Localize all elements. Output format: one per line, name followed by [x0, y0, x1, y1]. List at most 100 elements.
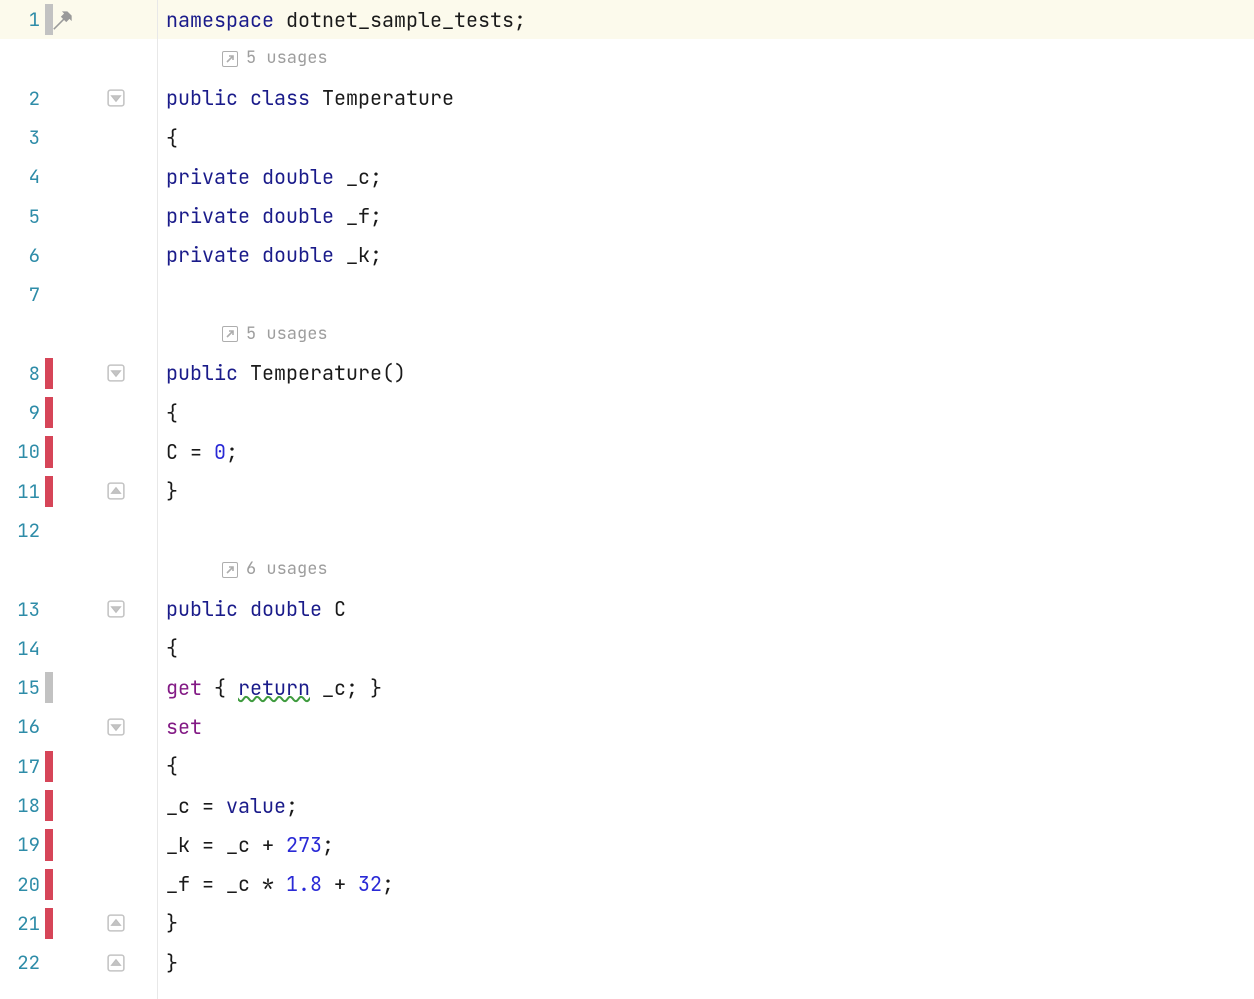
stmt: _c = — [166, 796, 226, 816]
vcs-change-marker[interactable] — [45, 436, 53, 467]
keyword-set: set — [166, 717, 202, 737]
inlay-usages[interactable]: 5 usages — [158, 39, 1254, 78]
line-number: 20 — [0, 875, 44, 894]
line-number: 11 — [0, 482, 44, 501]
fold-up-icon[interactable] — [107, 914, 125, 932]
code-line[interactable]: public Temperature() — [158, 354, 1254, 393]
code-line[interactable]: } — [158, 904, 1254, 943]
usages-label: 6 usages — [246, 561, 328, 578]
class-name: Temperature — [310, 88, 454, 108]
stmt: _f = _c * — [166, 874, 286, 894]
gutter-row-blank — [0, 39, 157, 78]
code-editor[interactable]: 1 2 3 4 5 6 7 8 9 10 — [0, 0, 1254, 999]
line-number: 16 — [0, 717, 44, 736]
inlay-usages[interactable]: 6 usages — [158, 550, 1254, 589]
gutter-icon-area — [44, 7, 104, 33]
line-number: 9 — [0, 403, 44, 422]
fold-up-icon[interactable] — [107, 954, 125, 972]
line-number: 10 — [0, 442, 44, 461]
code-line[interactable]: { — [158, 629, 1254, 668]
semicolon: ; — [226, 442, 238, 462]
code-line[interactable]: private double _f; — [158, 196, 1254, 235]
usages-label: 5 usages — [246, 50, 328, 67]
code-line[interactable]: C = 0; — [158, 432, 1254, 471]
line-number: 8 — [0, 364, 44, 383]
code-line[interactable]: namespace dotnet_sample_tests; — [158, 0, 1254, 39]
usages-label: 5 usages — [246, 326, 328, 343]
vcs-change-marker[interactable] — [45, 790, 53, 821]
code-line[interactable]: _c = value; — [158, 786, 1254, 825]
code-line[interactable]: } — [158, 943, 1254, 982]
prop-name: C — [322, 599, 346, 619]
line-number: 19 — [0, 835, 44, 854]
line-number: 14 — [0, 639, 44, 658]
line-number: 5 — [0, 207, 44, 226]
code-line[interactable]: private double _k; — [158, 236, 1254, 275]
vcs-change-marker[interactable] — [45, 476, 53, 507]
keyword-class: class — [238, 88, 310, 108]
brace: } — [166, 913, 178, 933]
field: _k; — [334, 245, 382, 265]
code-line[interactable]: public double C — [158, 589, 1254, 628]
vcs-change-marker[interactable] — [45, 358, 53, 389]
fold-down-icon[interactable] — [107, 718, 125, 736]
line-number: 13 — [0, 600, 44, 619]
line-number: 3 — [0, 128, 44, 147]
code-line[interactable]: _f = _c * 1.8 + 32; — [158, 865, 1254, 904]
gutter-row-blank — [0, 314, 157, 353]
usages-icon — [222, 326, 238, 342]
code-line[interactable]: get { return _c; } — [158, 668, 1254, 707]
code-line[interactable]: } — [158, 472, 1254, 511]
code-line[interactable]: _k = _c + 273; — [158, 825, 1254, 864]
vcs-change-marker[interactable] — [45, 751, 53, 782]
keyword-private: private — [166, 206, 250, 226]
fold-up-icon[interactable] — [107, 482, 125, 500]
line-number: 2 — [0, 89, 44, 108]
number: 273 — [286, 835, 322, 855]
vcs-change-marker[interactable] — [45, 397, 53, 428]
code-line[interactable] — [158, 511, 1254, 550]
usages-icon — [222, 51, 238, 67]
code-line[interactable]: private double _c; — [158, 157, 1254, 196]
keyword-value: value — [226, 796, 286, 816]
change-marker — [45, 4, 53, 35]
line-number: 21 — [0, 914, 44, 933]
ctor-name: Temperature() — [238, 363, 406, 383]
vcs-change-marker[interactable] — [45, 829, 53, 860]
keyword-public: public — [166, 363, 238, 383]
keyword-private: private — [166, 245, 250, 265]
code-line[interactable]: { — [158, 747, 1254, 786]
line-number: 15 — [0, 678, 44, 697]
gutter: 1 2 3 4 5 6 7 8 9 10 — [0, 0, 158, 999]
fold-down-icon[interactable] — [107, 364, 125, 382]
line-number: 7 — [0, 285, 44, 304]
brace: } — [166, 481, 178, 501]
number: 0 — [214, 442, 226, 462]
inlay-usages[interactable]: 5 usages — [158, 314, 1254, 353]
fold-down-icon[interactable] — [107, 600, 125, 618]
keyword-get: get — [166, 678, 202, 698]
line-number: 12 — [0, 521, 44, 540]
code-line[interactable] — [158, 275, 1254, 314]
namespace-name: dotnet_sample_tests; — [274, 10, 526, 30]
build-icon[interactable] — [50, 7, 76, 33]
brace: { — [166, 403, 178, 423]
brace: { — [166, 638, 178, 658]
number: 32 — [358, 874, 382, 894]
brace: { — [166, 756, 178, 776]
code-line[interactable]: public class Temperature — [158, 79, 1254, 118]
code-area[interactable]: namespace dotnet_sample_tests; 5 usages … — [158, 0, 1254, 999]
code-line[interactable]: set — [158, 707, 1254, 746]
code-line[interactable]: { — [158, 118, 1254, 157]
stmt: C = — [166, 442, 214, 462]
usages-icon — [222, 562, 238, 578]
vcs-change-marker[interactable] — [45, 869, 53, 900]
keyword-public: public — [166, 599, 238, 619]
line-number: 4 — [0, 167, 44, 186]
brace: } — [166, 953, 178, 973]
keyword-return: return — [238, 678, 310, 698]
vcs-change-marker[interactable] — [45, 908, 53, 939]
fold-down-icon[interactable] — [107, 89, 125, 107]
gutter-row: 1 — [0, 0, 157, 39]
code-line[interactable]: { — [158, 393, 1254, 432]
